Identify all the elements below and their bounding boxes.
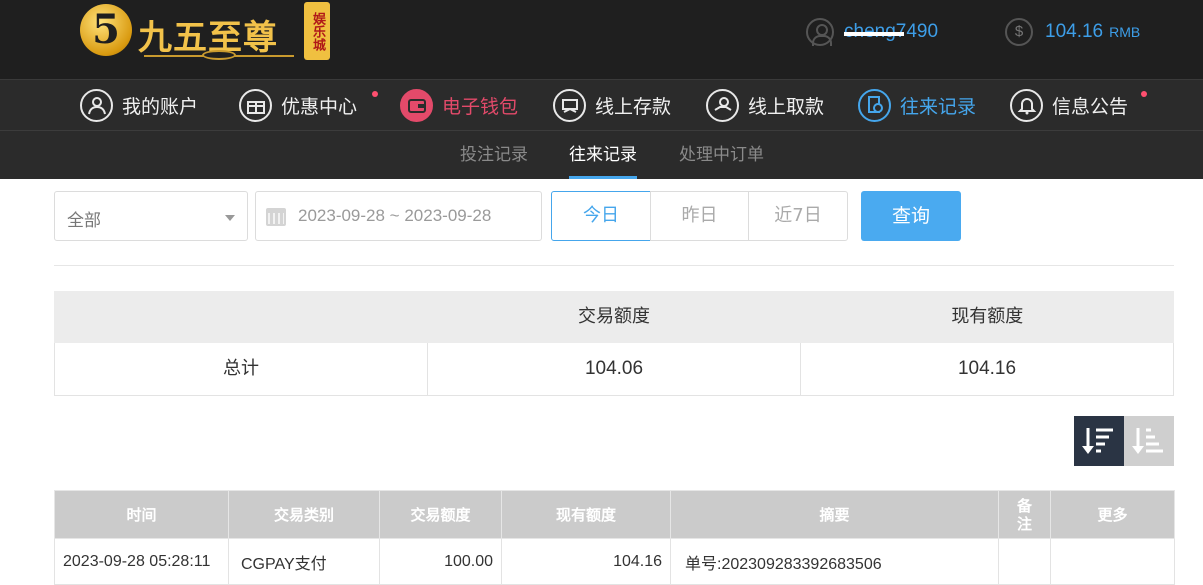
today-button[interactable]: 今日 — [551, 191, 651, 241]
nav-item-e-wallet[interactable]: 电子钱包 — [400, 80, 518, 130]
table-header-row: 时间 交易类别 交易额度 现有额度 摘要 备注 更多 — [54, 490, 1175, 539]
logo-subtitle: 娱乐城 — [304, 2, 330, 60]
date-range-input[interactable]: 2023-09-28 ~ 2023-09-28 — [255, 191, 542, 241]
nav-item-announcements[interactable]: 信息公告 — [1010, 80, 1128, 130]
transaction-type-select[interactable]: 全部 — [54, 191, 248, 241]
nav-item-online-withdraw[interactable]: 线上取款 — [706, 80, 824, 130]
site-logo[interactable]: 5 九五至尊 娱乐城 — [78, 0, 330, 66]
nav-item-my-account[interactable]: 我的账户 — [80, 80, 198, 130]
column-header-time[interactable]: 时间 — [54, 490, 229, 539]
yesterday-button[interactable]: 昨日 — [650, 191, 749, 241]
summary-row-label: 总计 — [223, 358, 259, 379]
logo-numeral: 5 — [92, 6, 120, 53]
nav-label: 电子钱包 — [442, 95, 519, 118]
logo-ornament — [202, 50, 236, 60]
summary-table: 交易额度 现有额度 总计 104.06 104.16 — [54, 291, 1174, 396]
tab-label: 往来记录 — [569, 145, 637, 165]
column-header-type[interactable]: 交易类别 — [228, 490, 380, 539]
sort-descending-icon — [1082, 428, 1113, 454]
select-value: 全部 — [67, 211, 101, 231]
column-header-remark[interactable]: 备注 — [998, 490, 1051, 539]
cell-balance: 104.16 — [501, 538, 671, 585]
main-nav: 我的账户 优惠中心 电子钱包 线上存款 线上取款 往来记录 信息公告 — [0, 79, 1203, 130]
summary-header-cell: 交易额度 — [577, 306, 650, 327]
balance-unit: RMB — [1109, 24, 1141, 40]
announcements-notification-dot — [1141, 91, 1147, 97]
cell-remark — [998, 538, 1051, 585]
wallet-icon — [400, 88, 433, 122]
sub-nav: 投注记录 往来记录 处理中订单 — [0, 130, 1203, 179]
table-row[interactable]: 2023-09-28 05:28:11 CGPAY支付 100.00 104.1… — [54, 538, 1175, 585]
column-header-more[interactable]: 更多 — [1050, 490, 1175, 539]
nav-item-online-deposit[interactable]: 线上存款 — [553, 80, 671, 130]
sort-ascending-icon — [1132, 428, 1163, 454]
nav-label: 我的账户 — [122, 95, 199, 118]
cell-type: CGPAY支付 — [228, 538, 380, 585]
tab-bet-records[interactable]: 投注记录 — [460, 131, 528, 179]
user-icon — [80, 88, 113, 122]
gift-icon — [239, 88, 272, 122]
logo-emblem: 5 — [80, 4, 132, 56]
sort-descending-button[interactable] — [1074, 416, 1124, 466]
sort-ascending-button[interactable] — [1124, 416, 1174, 466]
nav-label: 优惠中心 — [281, 95, 358, 118]
column-header-amount[interactable]: 交易额度 — [379, 490, 502, 539]
dollar-coin-icon: $ — [1005, 18, 1033, 46]
promotions-notification-dot — [372, 91, 378, 97]
tab-pending-orders[interactable]: 处理中订单 — [679, 131, 764, 179]
nav-item-transaction-records[interactable]: 往来记录 — [858, 80, 976, 130]
summary-trade-amount: 104.06 — [427, 343, 800, 395]
records-icon — [858, 88, 891, 122]
bell-icon — [1010, 88, 1043, 122]
summary-header-cell — [54, 291, 427, 343]
withdraw-icon — [706, 88, 739, 122]
column-header-summary[interactable]: 摘要 — [670, 490, 999, 539]
summary-total-row: 总计 104.06 104.16 — [54, 343, 1174, 396]
query-button[interactable]: 查询 — [861, 191, 961, 241]
user-info[interactable]: cheng7490 — [806, 18, 938, 46]
username[interactable]: cheng7490 — [844, 21, 938, 43]
nav-item-promotions[interactable]: 优惠中心 — [239, 80, 357, 130]
nav-label: 线上取款 — [748, 95, 825, 118]
balance-info: $ 104.16 RMB — [1005, 18, 1140, 46]
deposit-icon — [553, 88, 586, 122]
username-redaction — [844, 32, 904, 36]
active-tab-underline — [569, 176, 637, 179]
user-icon — [806, 18, 834, 46]
calendar-icon — [266, 208, 286, 226]
summary-header-cell: 现有额度 — [951, 306, 1024, 327]
date-range-value: 2023-09-28 ~ 2023-09-28 — [298, 206, 492, 225]
column-header-balance[interactable]: 现有额度 — [501, 490, 671, 539]
last-7-days-button[interactable]: 近7日 — [748, 191, 848, 241]
cell-more[interactable] — [1050, 538, 1175, 585]
cell-summary: 单号:20230928339268​3506 — [670, 538, 999, 585]
tab-transaction-records[interactable]: 往来记录 — [569, 131, 637, 179]
summary-header: 交易额度 现有额度 — [54, 291, 1174, 343]
nav-label: 线上存款 — [595, 95, 672, 118]
nav-label: 往来记录 — [900, 95, 977, 118]
cell-time: 2023-09-28 05:28:11 — [54, 538, 229, 585]
section-divider — [54, 265, 1174, 266]
transaction-table: 时间 交易类别 交易额度 现有额度 摘要 备注 更多 2023-09-28 05… — [54, 490, 1175, 585]
top-header: 5 九五至尊 娱乐城 cheng7490 $ 104.16 RMB — [0, 0, 1203, 79]
summary-current-amount: 104.16 — [800, 343, 1173, 395]
cell-amount: 100.00 — [379, 538, 502, 585]
caret-down-icon — [225, 215, 235, 221]
nav-label: 信息公告 — [1052, 95, 1129, 118]
balance-amount: 104.16 — [1045, 21, 1104, 42]
